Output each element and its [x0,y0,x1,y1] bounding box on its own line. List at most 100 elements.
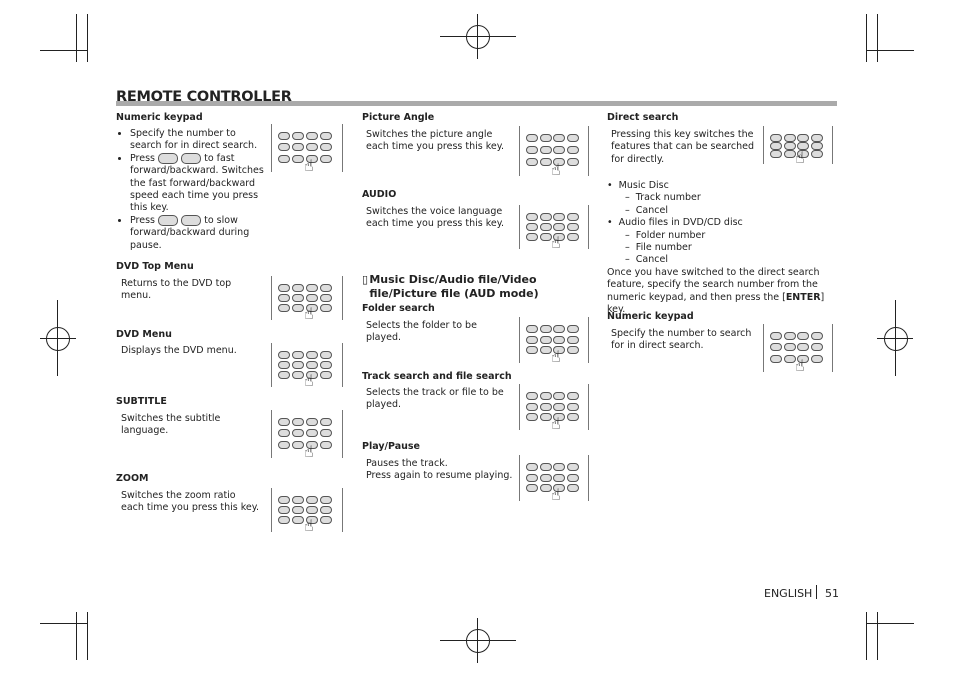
dvd-top-menu-text: Returns to the DVD top menu. [121,278,232,302]
remote-button-icon [770,332,782,340]
remote-button-icon [526,413,538,422]
audio-heading: AUDIO [362,189,397,200]
dvd-menu-heading: DVD Menu [116,329,172,340]
pointing-hand-icon: ☝ [304,516,314,535]
remote-button-icon [306,294,318,302]
play-pause-text-2: Press again to resume playing. [366,470,513,481]
numeric-keypad-heading: Numeric keypad [116,112,203,123]
title-rule [116,101,837,106]
remote-button-icon [810,142,823,150]
remote-button-icon [292,143,304,152]
remote-button-icon [553,463,565,471]
audio-text: Switches the voice language each time yo… [366,206,505,230]
subtitle-heading: SUBTITLE [116,396,167,407]
zoom-heading: ZOOM [116,473,149,484]
remote-button-icon [292,132,304,140]
remote-image: ☝ [271,488,343,535]
remote-button-icon [770,134,782,142]
remote-button-icon [292,361,304,369]
numeric-keypad-text-right: Specify the number to search for in dire… [611,328,752,352]
remote-button-icon [566,158,579,166]
pointing-hand-icon: ☝ [551,160,561,179]
remote-button-icon [553,402,565,411]
remote-button-icon [553,223,565,231]
remote-button-icon [566,335,579,344]
remote-button-icon [566,134,579,142]
remote-button-icon [306,429,318,438]
remote-button-icon [553,134,565,142]
pointing-hand-icon: ☝ [551,347,561,366]
remote-button-icon [770,354,782,363]
remote-button-icon [770,142,782,150]
remote-button-icon [292,154,304,163]
remote-button-icon [539,473,552,482]
remote-button-icon [566,233,579,241]
remote-button-icon [320,132,332,140]
remote-button-icon [292,284,304,292]
remote-button-icon [566,146,579,154]
remote-button-icon [320,154,332,163]
remote-button-icon [553,146,565,154]
remote-button-icon [320,440,332,449]
remote-button-icon [526,146,538,154]
pointing-hand-icon: ☝ [551,414,561,433]
folder-search-text: Selects the folder to be played. [366,320,477,344]
section-icon: ▯ [362,273,369,286]
pointing-hand-icon: ☝ [304,371,314,390]
remote-button-icon [292,506,304,514]
remote-button-icon [783,343,796,352]
remote-button-icon [320,304,332,312]
remote-button-icon [566,213,579,221]
key-icon [158,214,179,226]
remote-button-icon [539,413,552,422]
play-pause-heading: Play/Pause [362,441,420,452]
remote-button-icon [292,304,304,312]
pointing-hand-icon: ☝ [304,442,314,461]
remote-button-icon [810,134,823,142]
remote-button-icon [539,346,552,355]
remote-button-icon [783,134,796,142]
remote-button-icon [539,392,552,400]
remote-button-icon [278,294,290,302]
remote-button-icon [278,154,290,163]
remote-button-icon [539,233,552,241]
remote-button-icon [320,418,332,426]
remote-button-icon [278,371,290,379]
remote-button-icon [783,354,796,363]
remote-button-icon [320,516,332,524]
remote-button-icon [278,418,290,426]
remote-button-icon [539,146,552,154]
remote-button-icon [278,284,290,292]
remote-button-icon [292,371,304,379]
remote-button-icon [553,325,565,333]
press-text: Press [130,152,156,164]
remote-image: ☝ [271,410,343,461]
remote-button-icon [320,143,332,152]
remote-button-icon [306,506,318,514]
remote-button-icon [278,304,290,312]
remote-button-icon [810,150,823,158]
list-subitem: – Cancel [625,204,668,216]
remote-button-icon [278,506,290,514]
remote-button-icon [292,496,304,504]
list-item: • Audio files in DVD/CD disc [607,217,743,229]
numeric-keypad-list: Specify the number to search for in dire… [116,128,264,252]
remote-button-icon [539,134,552,142]
remote-button-icon [770,343,782,352]
remote-button-icon [566,223,579,231]
remote-image: ☝ [519,317,589,366]
zoom-text: Switches the zoom ratio each time you pr… [121,490,260,514]
remote-button-icon [278,429,290,438]
remote-image: ☝ [519,205,589,252]
press-text: Press [130,214,156,226]
remote-button-icon [539,223,552,231]
remote-button-icon [539,335,552,344]
page-number: 51 [825,587,839,600]
remote-image: ☝ [271,276,343,323]
remote-button-icon [320,429,332,438]
direct-search-note: Once you have switched to the direct sea… [607,266,825,316]
remote-button-icon [566,463,579,471]
remote-button-icon [526,484,538,493]
remote-button-icon [526,335,538,344]
remote-button-icon [320,294,332,302]
